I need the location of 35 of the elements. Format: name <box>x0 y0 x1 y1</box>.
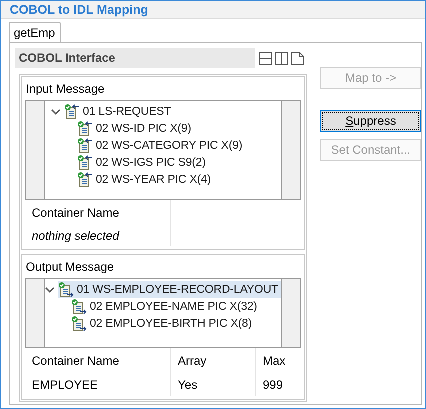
tree-item[interactable]: 02 WS-CATEGORY PIC X(9) <box>77 137 246 154</box>
input-field-icon <box>64 104 80 120</box>
tab[interactable]: getEmp <box>9 22 62 42</box>
collapse-chevron-icon[interactable] <box>45 284 55 294</box>
tree-item[interactable]: 02 EMPLOYEE-BIRTH PIC X(8) <box>71 315 256 332</box>
table-cell: EMPLOYEE <box>25 374 171 396</box>
input-field-icon <box>77 138 93 154</box>
table-cell-text: 999 <box>262 377 284 394</box>
tree-item[interactable]: 02 WS-IGS PIC S9(2) <box>77 154 209 171</box>
tree-item[interactable]: 02 WS-YEAR PIC X(4) <box>77 171 214 188</box>
output-field-icon <box>71 316 87 332</box>
window-title: COBOL to IDL Mapping <box>10 2 148 16</box>
tree-item[interactable]: 01 LS-REQUEST <box>64 103 174 120</box>
output-field-icon <box>58 282 74 298</box>
column-header: Container Name <box>25 348 171 374</box>
input-field-icon <box>77 120 93 136</box>
column-header: Container Name <box>25 200 171 226</box>
section-title: COBOL Interface <box>19 51 116 65</box>
action-button[interactable]: Suppress <box>320 110 422 132</box>
tree-item[interactable]: 01 WS-EMPLOYEE-RECORD-LAYOUT <box>58 281 282 298</box>
column-header: Max <box>262 353 287 370</box>
collapse-chevron-icon[interactable] <box>51 106 61 116</box>
input-field-icon <box>77 154 93 170</box>
group-title: Input Message <box>25 81 106 98</box>
output-field-icon <box>71 298 87 314</box>
column-header: Array <box>171 348 256 374</box>
table-cell: Yes <box>171 374 256 396</box>
group-title: Output Message <box>25 259 116 276</box>
vertical-split-icon[interactable] <box>275 52 288 64</box>
tree-item[interactable]: 02 WS-ID PIC X(9) <box>77 120 194 137</box>
empty-text: nothing selected <box>25 226 171 246</box>
horizontal-split-icon[interactable] <box>259 52 272 64</box>
input-field-icon <box>77 172 93 188</box>
tree-item[interactable]: 02 EMPLOYEE-NAME PIC X(32) <box>71 298 260 315</box>
single-pane-icon[interactable] <box>291 52 304 64</box>
